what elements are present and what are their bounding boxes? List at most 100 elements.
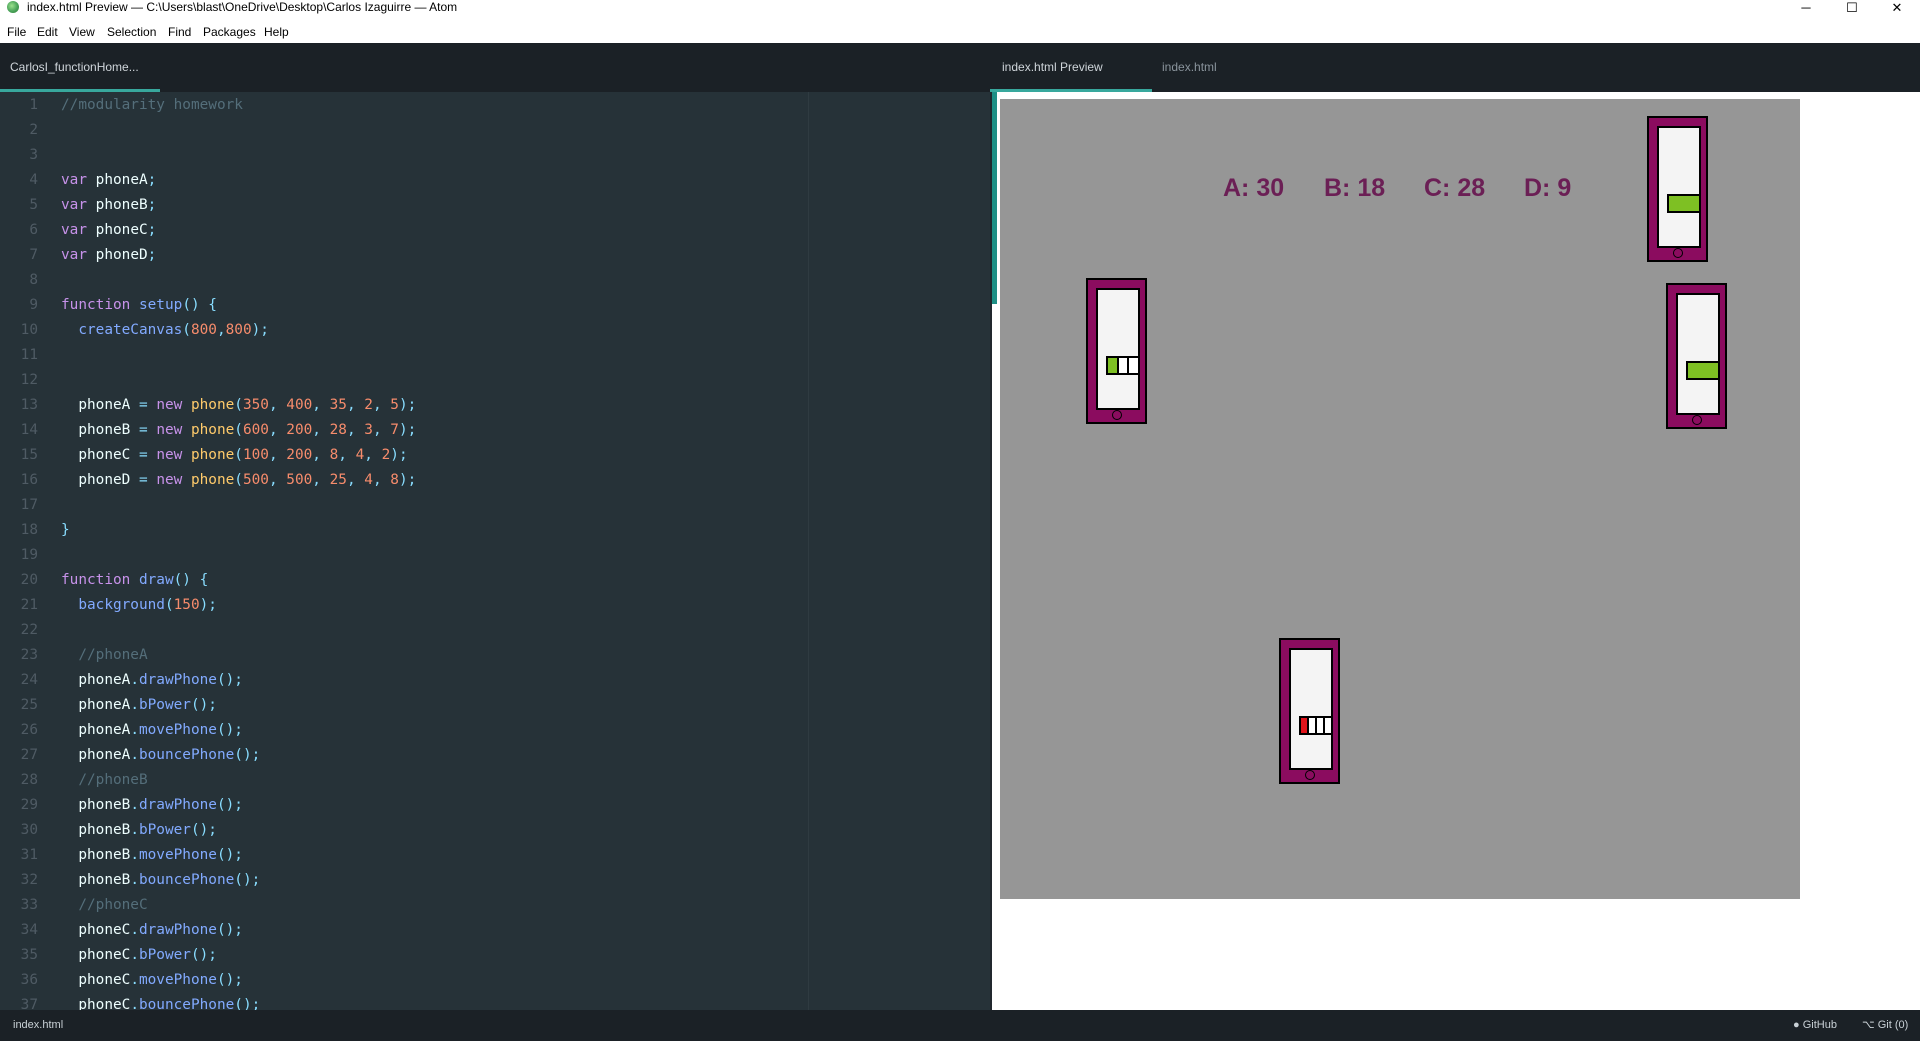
- code-line[interactable]: 23 //phoneA: [0, 643, 990, 668]
- phone-screen: [1657, 126, 1701, 248]
- minimize-button[interactable]: ─: [1783, 0, 1829, 15]
- code-token: ;: [147, 247, 157, 263]
- code-line[interactable]: 17: [0, 493, 990, 518]
- code-line[interactable]: 31 phoneB.movePhone();: [0, 843, 990, 868]
- code-token: phoneB: [61, 797, 131, 813]
- p5-canvas: A: 30 B: 18 C: 28 D: 9: [1000, 99, 1800, 899]
- code-line[interactable]: 22: [0, 618, 990, 643]
- menu-edit[interactable]: Edit: [37, 21, 58, 43]
- left-tab-bar: CarlosI_functionHome...: [0, 43, 990, 92]
- code-token: var: [61, 197, 87, 213]
- code-token: bouncePhone: [138, 747, 235, 763]
- line-number: 20: [20, 572, 38, 588]
- code-token: =: [138, 397, 157, 413]
- code-token: phoneC: [61, 972, 131, 988]
- code-line[interactable]: 37 phoneC.bouncePhone();: [0, 993, 990, 1010]
- code-token: 800: [225, 322, 252, 338]
- code-token: .: [130, 922, 139, 938]
- code-line[interactable]: 16 phoneD = new phone(500, 500, 25, 4, 8…: [0, 468, 990, 493]
- code-token: phoneA: [61, 672, 131, 688]
- code-line[interactable]: 5 var phoneB;: [0, 193, 990, 218]
- code-token: 200: [286, 422, 313, 438]
- code-token: ();: [216, 922, 243, 938]
- code-line[interactable]: 29 phoneB.drawPhone();: [0, 793, 990, 818]
- code-line[interactable]: 28 //phoneB: [0, 768, 990, 793]
- code-line[interactable]: 15 phoneC = new phone(100, 200, 8, 4, 2)…: [0, 443, 990, 468]
- code-token: ;: [147, 222, 157, 238]
- code-text: phoneC = new phone(100, 200, 8, 4, 2);: [61, 443, 407, 468]
- battery-cell: [1325, 718, 1331, 733]
- code-line[interactable]: 14 phoneB = new phone(600, 200, 28, 3, 7…: [0, 418, 990, 443]
- code-editor[interactable]: 1//modularity homework 2 3 4 var phoneA; 5 var…: [0, 92, 990, 1010]
- code-line[interactable]: 3: [0, 143, 990, 168]
- code-token: bouncePhone: [138, 872, 235, 888]
- code-line[interactable]: 13 phoneA = new phone(350, 400, 35, 2, 5…: [0, 393, 990, 418]
- code-line[interactable]: 18}: [0, 518, 990, 543]
- line-number: 3: [29, 147, 38, 163]
- menu-view[interactable]: View: [69, 21, 95, 43]
- code-token: }: [61, 522, 70, 538]
- menu-file[interactable]: File: [7, 21, 26, 43]
- code-token: =: [138, 472, 157, 488]
- code-line[interactable]: 8: [0, 268, 990, 293]
- code-line[interactable]: 12: [0, 368, 990, 393]
- code-line[interactable]: 27 phoneA.bouncePhone();: [0, 743, 990, 768]
- code-token: phoneA: [61, 722, 131, 738]
- status-file-name[interactable]: index.html: [13, 1010, 63, 1041]
- code-line[interactable]: 34 phoneC.drawPhone();: [0, 918, 990, 943]
- code-line[interactable]: 32 phoneB.bouncePhone();: [0, 868, 990, 893]
- tab-preview[interactable]: index.html Preview: [1002, 43, 1103, 92]
- code-line[interactable]: 6 var phoneC;: [0, 218, 990, 243]
- code-line[interactable]: 21 background(150);: [0, 593, 990, 618]
- preview-scrollbar[interactable]: [992, 92, 997, 304]
- code-line[interactable]: 24 phoneA.drawPhone();: [0, 668, 990, 693]
- close-button[interactable]: ✕: [1874, 0, 1920, 15]
- code-token: 2: [364, 397, 373, 413]
- git-button[interactable]: ⌥ Git (0): [1862, 1010, 1908, 1041]
- line-number: 6: [29, 222, 38, 238]
- code-token: .: [130, 697, 139, 713]
- code-token: bPower: [138, 822, 191, 838]
- tab-editor-file[interactable]: CarlosI_functionHome...: [10, 43, 139, 92]
- code-line[interactable]: 30 phoneB.bPower();: [0, 818, 990, 843]
- code-line[interactable]: 11: [0, 343, 990, 368]
- tab-index-html[interactable]: index.html: [1162, 43, 1217, 92]
- code-line[interactable]: 35 phoneC.bPower();: [0, 943, 990, 968]
- battery-cell: [1317, 718, 1325, 733]
- line-number: 29: [20, 797, 38, 813]
- code-token: 3: [364, 422, 373, 438]
- code-line[interactable]: 36 phoneC.movePhone();: [0, 968, 990, 993]
- maximize-button[interactable]: ☐: [1829, 0, 1875, 15]
- code-token: drawPhone: [138, 797, 217, 813]
- code-text: //phoneB: [61, 768, 147, 793]
- line-number: 27: [20, 747, 38, 763]
- code-line[interactable]: 20 function draw() {: [0, 568, 990, 593]
- code-line[interactable]: 1 //modularity homework: [0, 93, 990, 118]
- code-line[interactable]: 10 createCanvas(800,800);: [0, 318, 990, 343]
- code-line[interactable]: 33 //phoneC: [0, 893, 990, 918]
- code-token: ();: [216, 722, 243, 738]
- code-line[interactable]: 26 phoneA.movePhone();: [0, 718, 990, 743]
- code-token: var: [61, 247, 87, 263]
- code-line[interactable]: 25 phoneA.bPower();: [0, 693, 990, 718]
- github-button[interactable]: ● GitHub: [1793, 1010, 1837, 1041]
- code-line[interactable]: 9 function setup() {: [0, 293, 990, 318]
- menu-help[interactable]: Help: [264, 21, 289, 43]
- code-line[interactable]: 2: [0, 118, 990, 143]
- code-token: phoneA: [61, 397, 139, 413]
- menu-find[interactable]: Find: [168, 21, 191, 43]
- score-a: A: 30: [1223, 174, 1285, 202]
- code-line[interactable]: 7 var phoneD;: [0, 243, 990, 268]
- line-number: 28: [20, 772, 38, 788]
- menu-packages[interactable]: Packages: [203, 21, 256, 43]
- line-number: 36: [20, 972, 38, 988]
- code-line[interactable]: 19: [0, 543, 990, 568]
- code-token: 25: [329, 472, 347, 488]
- code-line[interactable]: 4 var phoneA;: [0, 168, 990, 193]
- code-text: createCanvas(800,800);: [61, 318, 269, 343]
- code-text: var phoneC;: [61, 218, 156, 243]
- code-text: background(150);: [61, 593, 217, 618]
- menu-selection[interactable]: Selection: [107, 21, 156, 43]
- line-number: 35: [20, 947, 38, 963]
